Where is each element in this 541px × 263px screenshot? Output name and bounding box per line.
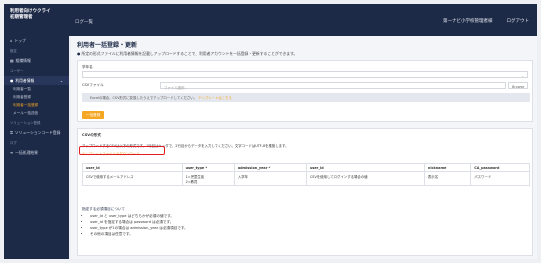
sidebar-section-users: ユーザー bbox=[10, 69, 24, 73]
table-row: CSVで使用するメールアドレス 1=児童生徒 2=教員 入学年 CSVを使用して… bbox=[82, 171, 530, 186]
file-input[interactable]: ファイル選択... bbox=[160, 82, 506, 90]
group-select[interactable]: ⌄ bbox=[82, 71, 528, 78]
sidebar-section-settings: 設定 bbox=[10, 49, 17, 53]
brand-line2: 初期管理者 bbox=[10, 14, 33, 20]
rules-title: 指定する必須項目について bbox=[82, 207, 126, 211]
sidebar-item-solution-code[interactable]: ⚿ ソリューションコード登録 bbox=[4, 128, 69, 137]
list-item: その他の項目は任意です。 bbox=[90, 232, 188, 237]
info-icon: ● bbox=[77, 51, 81, 56]
home-icon: ⌂ bbox=[10, 38, 13, 43]
note-text: Excelの場合、CSV形式に変換したうえでアップロードしてください。 bbox=[90, 96, 198, 100]
list-icon: ≡ bbox=[10, 150, 14, 155]
table-cell: パスワード bbox=[470, 171, 530, 186]
key-icon: ⚿ bbox=[10, 130, 13, 135]
group-label: 学年名 bbox=[82, 64, 93, 69]
sidebar-item-org[interactable]: ▦ 組織情報 bbox=[4, 56, 69, 65]
chevron-down-icon: ⌄ bbox=[59, 78, 63, 83]
list-item: user_id と user_type はどちらかが必須の値です。 bbox=[90, 214, 188, 219]
table-header: user_id bbox=[305, 163, 425, 172]
table-cell: CSVを使用してログインする場合の値 bbox=[305, 171, 425, 186]
sidebar-item-label: 組織情報 bbox=[15, 58, 31, 63]
logout-link[interactable]: ログアウト bbox=[507, 18, 530, 24]
sidebar-subitem-user-list[interactable]: 利用者一覧 bbox=[4, 85, 69, 93]
app-window: 利用者向けウクライ 初期管理者 ⌂ トップ 設定 ▦ 組織情報 ユーザー ● 利用者情… bbox=[0, 0, 541, 263]
table-header: user_id bbox=[82, 163, 183, 172]
table-header: nickname bbox=[423, 163, 472, 172]
user-icon: ● bbox=[10, 78, 14, 83]
table-cell: 1=児童生徒 2=教員 bbox=[181, 171, 235, 186]
sidebar-item-label: 利用者情報 bbox=[15, 78, 35, 83]
list-item: user_type が1の場合は admission_year は必須項目です。 bbox=[90, 226, 188, 231]
sidebar-item-label: トップ bbox=[14, 38, 26, 43]
chevron-down-icon: ⌄ bbox=[521, 73, 524, 78]
org-name: 第一ナビ小学校管理者様 bbox=[443, 19, 493, 24]
file-label: CSVファイル bbox=[82, 82, 104, 87]
topbar: ログ一覧 第一ナビ小学校管理者様 ログアウト bbox=[69, 4, 537, 36]
building-icon: ▦ bbox=[10, 58, 14, 63]
table-cell: CSVで使用するメールアドレス bbox=[82, 171, 183, 186]
table-header-row: user_id user_type * admission_year * use… bbox=[82, 163, 530, 172]
sidebar-item-top[interactable]: ⌂ トップ bbox=[4, 36, 69, 45]
info-text-body: 所定の形式ファイルに利用者情報を記載しアップロードすることで、利用者アカウントを… bbox=[81, 51, 298, 56]
sidebar-section-log: ログ bbox=[10, 141, 17, 145]
page-title: 利用者一括登録・更新 bbox=[77, 42, 138, 49]
note-box: Excelの場合、CSV形式に変換したうえでアップロードしてください。 テンプレ… bbox=[82, 93, 530, 102]
sidebar-item-label: 一括処理結果 bbox=[15, 150, 38, 155]
upload-card: 学年名 ⌄ CSVファイル ファイル選択... Browse Excelの場合、… bbox=[77, 60, 533, 122]
sidebar: 利用者向けウクライ 初期管理者 ⌂ トップ 設定 ▦ 組織情報 ユーザー ● 利用者情… bbox=[4, 4, 69, 259]
rules-list: 指定する必須項目について user_id と user_type はどちらかが必… bbox=[82, 207, 188, 238]
topbar-title: ログ一覧 bbox=[75, 20, 93, 25]
sidebar-section-solution: ソリューション登録 bbox=[10, 121, 41, 125]
sidebar-subitem-bulk-mail[interactable]: メール一括送信 bbox=[4, 109, 69, 117]
info-text: ● 所定の形式ファイルに利用者情報を記載しアップロードすることで、利用者アカウン… bbox=[77, 51, 297, 57]
submit-button[interactable]: 一括登録 bbox=[82, 111, 105, 119]
csv-heading: CSVの形式 bbox=[82, 132, 101, 137]
main-content: 利用者一括登録・更新 ● 所定の形式ファイルに利用者情報を記載しアップロードする… bbox=[71, 36, 537, 259]
browse-button[interactable]: Browse bbox=[508, 82, 528, 89]
csv-format-table: user_id user_type * admission_year * use… bbox=[82, 163, 530, 186]
sidebar-item-batch-result[interactable]: ≡ 一括処理結果 bbox=[4, 148, 69, 157]
sidebar-item-user-info[interactable]: ● 利用者情報 ⌄ bbox=[4, 76, 69, 85]
table-header: admission_year * bbox=[233, 163, 307, 172]
table-header: user_type * bbox=[181, 163, 235, 172]
sidebar-subitem-bulk-register[interactable]: 利用者一括登録 bbox=[4, 101, 69, 109]
table-cell: 入学年 bbox=[233, 171, 307, 186]
table-header: CA_password bbox=[470, 163, 530, 172]
sidebar-item-label: ソリューションコード登録 bbox=[14, 130, 61, 135]
table-cell: 表示名 bbox=[423, 171, 472, 186]
highlight-annotation bbox=[79, 146, 165, 155]
template-link[interactable]: テンプレートはこちら bbox=[198, 96, 232, 100]
list-item: user_id を指定する場合は password は必須です。 bbox=[90, 220, 188, 225]
sidebar-subitem-user-register[interactable]: 利用者登録 bbox=[4, 93, 69, 101]
brand: 利用者向けウクライ 初期管理者 bbox=[4, 4, 69, 36]
